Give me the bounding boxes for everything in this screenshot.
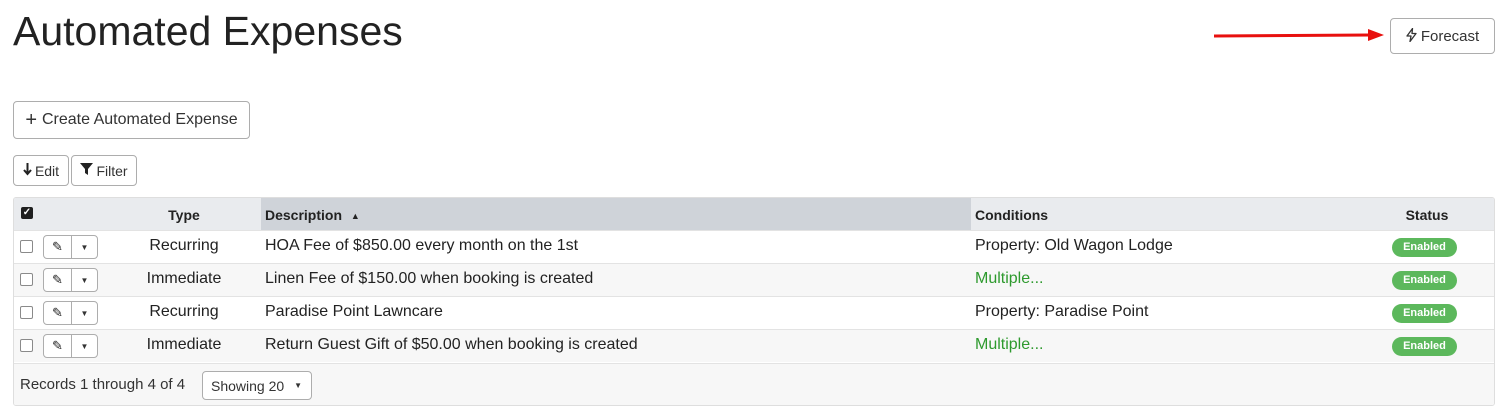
row-actions: ✎ ▼ (43, 334, 98, 358)
row-actions: ✎ ▼ (43, 268, 98, 292)
pencil-icon: ✎ (52, 305, 63, 320)
sorted-column-highlight (261, 198, 971, 230)
create-automated-expense-button[interactable]: + Create Automated Expense (13, 101, 250, 139)
header-description[interactable]: Description ▲ (265, 207, 360, 223)
page-title: Automated Expenses (13, 8, 403, 54)
row-checkbox[interactable] (20, 273, 33, 286)
sort-ascending-icon: ▲ (350, 211, 360, 221)
row-type: Immediate (146, 336, 222, 353)
caret-down-icon: ▼ (294, 381, 303, 390)
row-conditions: Property: Old Wagon Lodge (975, 237, 1173, 254)
pencil-icon: ✎ (52, 338, 63, 353)
annotation-arrow (1213, 29, 1384, 41)
row-actions-dropdown[interactable]: ▼ (72, 335, 97, 357)
status-badge: Enabled (1392, 337, 1457, 356)
row-actions-dropdown[interactable]: ▼ (72, 302, 97, 324)
forecast-button[interactable]: Forecast (1390, 18, 1495, 54)
pencil-icon: ✎ (52, 272, 63, 287)
row-checkbox[interactable] (20, 240, 33, 253)
filter-button[interactable]: Filter (71, 155, 137, 186)
row-checkbox[interactable] (20, 339, 33, 352)
header-conditions[interactable]: Conditions (975, 207, 1048, 223)
page-size-label: Showing 20 (211, 377, 285, 394)
caret-down-icon: ▼ (80, 308, 89, 318)
edit-label: Edit (34, 162, 60, 179)
table-row: ✎ ▼ Immediate Return Guest Gift of $50.0… (14, 329, 1494, 362)
row-description: Paradise Point Lawncare (265, 303, 443, 320)
header-type[interactable]: Type (119, 207, 249, 223)
automated-expenses-table: ✓ Type Description ▲ Conditions Status ✎… (13, 197, 1495, 406)
pencil-down-icon (23, 162, 32, 179)
page-size-select[interactable]: Showing 20 ▼ (202, 371, 312, 400)
plus-icon: + (25, 109, 37, 131)
row-type: Immediate (146, 270, 222, 287)
header-description-label: Description (265, 207, 343, 223)
row-actions-dropdown[interactable]: ▼ (72, 236, 97, 258)
filter-label: Filter (96, 162, 128, 179)
row-description: Return Guest Gift of $50.00 when booking… (265, 336, 638, 353)
bolt-icon (1406, 27, 1417, 45)
table-row: ✎ ▼ Recurring Paradise Point Lawncare Pr… (14, 296, 1494, 329)
row-type: Recurring (149, 303, 219, 320)
row-type: Recurring (149, 237, 219, 254)
row-conditions-link[interactable]: Multiple... (975, 336, 1043, 354)
table-footer: Records 1 through 4 of 4 Showing 20 ▼ (14, 363, 1494, 405)
row-actions-dropdown[interactable]: ▼ (72, 269, 97, 291)
table-header: ✓ Type Description ▲ Conditions Status (14, 198, 1494, 230)
table-row: ✎ ▼ Recurring HOA Fee of $850.00 every m… (14, 230, 1494, 263)
caret-down-icon: ▼ (80, 275, 89, 285)
edit-row-button[interactable]: ✎ (44, 269, 72, 291)
row-conditions-link[interactable]: Multiple... (975, 270, 1043, 288)
edit-row-button[interactable]: ✎ (44, 335, 72, 357)
row-description: HOA Fee of $850.00 every month on the 1s… (265, 237, 579, 254)
row-checkbox[interactable] (20, 306, 33, 319)
row-actions: ✎ ▼ (43, 235, 98, 259)
row-conditions: Property: Paradise Point (975, 303, 1149, 320)
header-status[interactable]: Status (1392, 207, 1462, 223)
caret-down-icon: ▼ (80, 242, 89, 252)
status-badge: Enabled (1392, 304, 1457, 323)
row-actions: ✎ ▼ (43, 301, 98, 325)
row-description: Linen Fee of $150.00 when booking is cre… (265, 270, 594, 287)
funnel-icon (80, 163, 94, 178)
edit-row-button[interactable]: ✎ (44, 236, 72, 258)
caret-down-icon: ▼ (80, 341, 89, 351)
edit-button[interactable]: Edit (13, 155, 69, 186)
table-row: ✎ ▼ Immediate Linen Fee of $150.00 when … (14, 263, 1494, 296)
records-count: Records 1 through 4 of 4 (20, 376, 186, 393)
create-label: Create Automated Expense (42, 111, 238, 128)
status-badge: Enabled (1392, 271, 1457, 290)
forecast-label: Forecast (1420, 27, 1480, 45)
edit-row-button[interactable]: ✎ (44, 302, 72, 324)
select-all-checkbox[interactable]: ✓ (21, 207, 33, 219)
pencil-icon: ✎ (52, 239, 63, 254)
status-badge: Enabled (1392, 238, 1457, 257)
